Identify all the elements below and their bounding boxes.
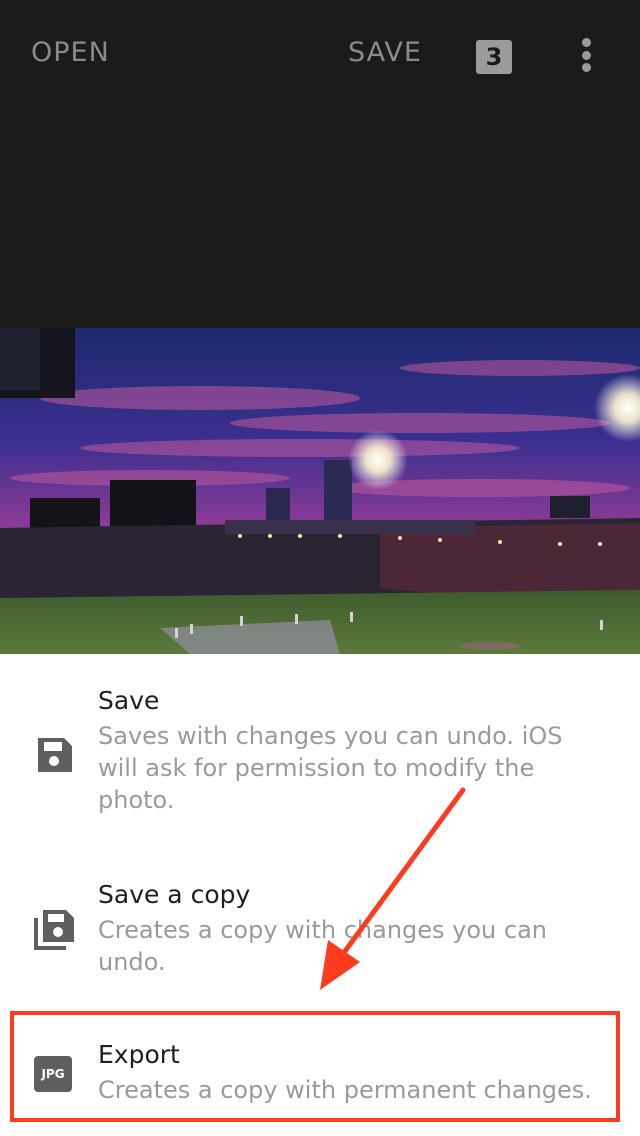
open-button[interactable]: OPEN <box>31 37 110 68</box>
kebab-dot <box>581 50 591 60</box>
floppy-disk-icon <box>34 734 74 778</box>
export-highlight-box <box>10 1011 620 1122</box>
floppy-stack-icon <box>34 908 76 954</box>
layers-count-icon[interactable]: 3 <box>476 40 512 74</box>
save-option-description: Saves with changes you can undo. iOS wil… <box>98 722 563 814</box>
kebab-dot <box>581 38 591 47</box>
more-menu-icon[interactable] <box>576 38 596 76</box>
save-option[interactable]: Save Saves with changes you can undo. iO… <box>0 684 640 824</box>
save-copy-option[interactable]: Save a copy Creates a copy with changes … <box>0 878 640 988</box>
top-toolbar: OPEN SAVE 3 <box>0 0 640 328</box>
kebab-dot <box>581 63 591 72</box>
save-option-title: Save <box>98 686 160 715</box>
save-copy-option-title: Save a copy <box>98 880 251 909</box>
save-button[interactable]: SAVE <box>348 37 422 68</box>
stadium-photo <box>0 328 640 654</box>
stadium-photo-image <box>0 328 640 654</box>
save-copy-option-description: Creates a copy with changes you can undo… <box>98 916 548 976</box>
